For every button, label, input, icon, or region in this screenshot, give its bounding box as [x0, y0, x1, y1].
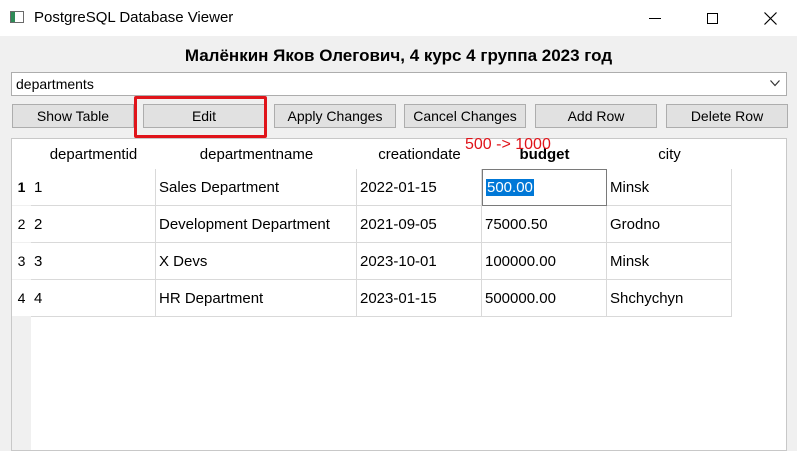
table-cell[interactable]: 3 — [31, 243, 156, 280]
table-cell[interactable]: 2023-01-15 — [357, 280, 482, 317]
show-table-button[interactable]: Show Table — [12, 104, 134, 128]
column-header-creationdate[interactable]: creationdate — [357, 139, 482, 169]
minimize-button[interactable] — [632, 0, 678, 36]
edit-highlight-box — [134, 96, 267, 138]
row-header-2[interactable]: 2 — [12, 206, 31, 243]
table-cell[interactable]: 2021-09-05 — [357, 206, 482, 243]
row-header-1[interactable]: 1 — [12, 169, 31, 206]
table-corner-button[interactable] — [12, 139, 31, 169]
add-row-button[interactable]: Add Row — [535, 104, 657, 128]
delete-row-button[interactable]: Delete Row — [666, 104, 788, 128]
table-cell[interactable]: Shchychyn — [607, 280, 732, 317]
data-table: departmentid departmentname creationdate… — [11, 138, 787, 451]
table-cell[interactable]: 75000.50 — [482, 206, 607, 243]
annotation-label: 500 -> 1000 — [465, 136, 551, 153]
app-window-icon — [10, 11, 24, 23]
chevron-down-icon — [770, 80, 780, 87]
table-cell[interactable]: Minsk — [607, 169, 732, 206]
table-cell[interactable]: 1 — [31, 169, 156, 206]
row-header-3[interactable]: 3 — [12, 243, 31, 280]
column-header-departmentname[interactable]: departmentname — [156, 139, 357, 169]
table-cell[interactable]: 4 — [31, 280, 156, 317]
table-cell[interactable]: 2 — [31, 206, 156, 243]
close-button[interactable] — [747, 0, 793, 36]
column-header-city[interactable]: city — [607, 139, 732, 169]
student-header-label: Малёнкин Яков Олегович, 4 курс 4 группа … — [184, 46, 613, 65]
table-cell[interactable]: 100000.00 — [482, 243, 607, 280]
column-header-departmentid[interactable]: departmentid — [31, 139, 156, 169]
close-icon — [763, 11, 777, 25]
title-bar: PostgreSQL Database Viewer — [0, 0, 797, 36]
budget-cell-editor[interactable]: 500.00 — [482, 169, 607, 206]
table-select-combobox[interactable]: departments — [11, 72, 787, 96]
table-cell[interactable]: 2023-10-01 — [357, 243, 482, 280]
apply-changes-button[interactable]: Apply Changes — [274, 104, 396, 128]
row-header-4[interactable]: 4 — [12, 280, 31, 317]
table-cell[interactable]: Development Department — [156, 206, 357, 243]
table-cell[interactable]: HR Department — [156, 280, 357, 317]
selected-cell-text[interactable]: 500.00 — [486, 179, 534, 196]
table-cell[interactable]: X Devs — [156, 243, 357, 280]
window-title: PostgreSQL Database Viewer — [34, 9, 234, 26]
maximize-icon — [706, 12, 718, 24]
table-cell[interactable]: Minsk — [607, 243, 732, 280]
maximize-button[interactable] — [689, 0, 735, 36]
table-cell[interactable]: Sales Department — [156, 169, 357, 206]
table-select-value: departments — [16, 76, 94, 92]
table-cell[interactable]: 2022-01-15 — [357, 169, 482, 206]
cancel-changes-button[interactable]: Cancel Changes — [404, 104, 526, 128]
table-cell[interactable]: Grodno — [607, 206, 732, 243]
minimize-icon — [649, 17, 661, 19]
table-cell[interactable]: 500000.00 — [482, 280, 607, 317]
